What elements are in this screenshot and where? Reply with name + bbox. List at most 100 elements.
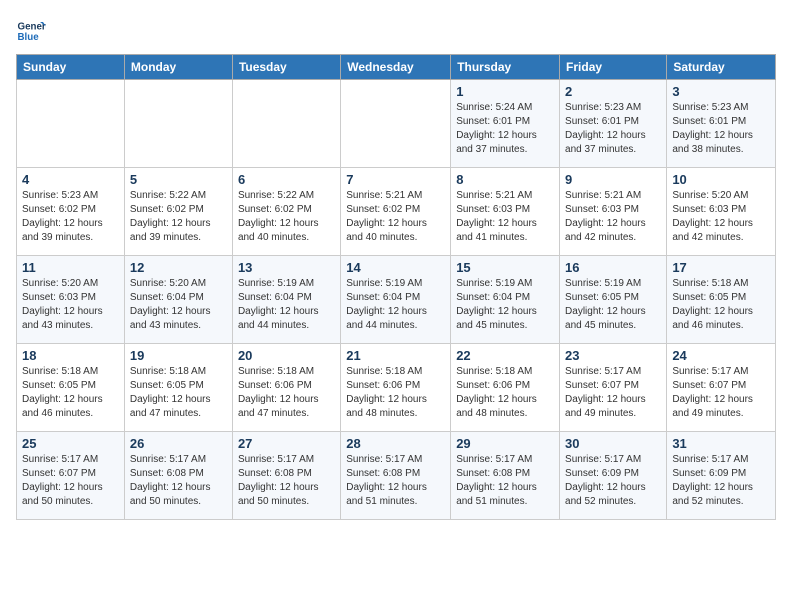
calendar-body: 1 Sunrise: 5:24 AM Sunset: 6:01 PM Daylig… xyxy=(17,80,776,520)
svg-text:Blue: Blue xyxy=(18,32,40,43)
day-number: 21 xyxy=(346,348,445,363)
day-cell: 21 Sunrise: 5:18 AM Sunset: 6:06 PM Dayli… xyxy=(341,344,451,432)
week-row-1: 1 Sunrise: 5:24 AM Sunset: 6:01 PM Daylig… xyxy=(17,80,776,168)
day-number: 28 xyxy=(346,436,445,451)
day-info: Sunrise: 5:23 AM Sunset: 6:02 PM Dayligh… xyxy=(22,189,119,245)
week-row-3: 11 Sunrise: 5:20 AM Sunset: 6:03 PM Dayli… xyxy=(17,256,776,344)
day-cell: 28 Sunrise: 5:17 AM Sunset: 6:08 PM Dayli… xyxy=(341,432,451,520)
day-info: Sunrise: 5:23 AM Sunset: 6:01 PM Dayligh… xyxy=(672,101,770,157)
day-info: Sunrise: 5:18 AM Sunset: 6:06 PM Dayligh… xyxy=(346,365,445,421)
day-number: 29 xyxy=(456,436,554,451)
day-number: 27 xyxy=(238,436,335,451)
header-cell-sunday: Sunday xyxy=(17,55,125,80)
day-info: Sunrise: 5:18 AM Sunset: 6:06 PM Dayligh… xyxy=(456,365,554,421)
day-cell: 5 Sunrise: 5:22 AM Sunset: 6:02 PM Daylig… xyxy=(124,168,232,256)
day-number: 13 xyxy=(238,260,335,275)
day-info: Sunrise: 5:17 AM Sunset: 6:09 PM Dayligh… xyxy=(672,453,770,509)
day-number: 31 xyxy=(672,436,770,451)
day-cell xyxy=(124,80,232,168)
header-cell-saturday: Saturday xyxy=(667,55,776,80)
day-info: Sunrise: 5:22 AM Sunset: 6:02 PM Dayligh… xyxy=(130,189,227,245)
day-cell: 14 Sunrise: 5:19 AM Sunset: 6:04 PM Dayli… xyxy=(341,256,451,344)
day-number: 9 xyxy=(565,172,661,187)
calendar-table: SundayMondayTuesdayWednesdayThursdayFrid… xyxy=(16,54,776,520)
day-number: 22 xyxy=(456,348,554,363)
day-number: 3 xyxy=(672,84,770,99)
day-info: Sunrise: 5:24 AM Sunset: 6:01 PM Dayligh… xyxy=(456,101,554,157)
day-info: Sunrise: 5:18 AM Sunset: 6:05 PM Dayligh… xyxy=(672,277,770,333)
day-info: Sunrise: 5:19 AM Sunset: 6:04 PM Dayligh… xyxy=(456,277,554,333)
day-info: Sunrise: 5:18 AM Sunset: 6:05 PM Dayligh… xyxy=(22,365,119,421)
day-info: Sunrise: 5:22 AM Sunset: 6:02 PM Dayligh… xyxy=(238,189,335,245)
day-cell: 3 Sunrise: 5:23 AM Sunset: 6:01 PM Daylig… xyxy=(667,80,776,168)
day-cell: 30Sunrise: 5:17 AM Sunset: 6:09 PM Dayli… xyxy=(560,432,667,520)
day-number: 1 xyxy=(456,84,554,99)
calendar-header: SundayMondayTuesdayWednesdayThursdayFrid… xyxy=(17,55,776,80)
day-number: 14 xyxy=(346,260,445,275)
day-cell: 29 Sunrise: 5:17 AM Sunset: 6:08 PM Dayli… xyxy=(451,432,560,520)
day-number: 12 xyxy=(130,260,227,275)
day-cell: 4 Sunrise: 5:23 AM Sunset: 6:02 PM Daylig… xyxy=(17,168,125,256)
day-cell: 23 Sunrise: 5:17 AM Sunset: 6:07 PM Dayli… xyxy=(560,344,667,432)
day-info: Sunrise: 5:20 AM Sunset: 6:04 PM Dayligh… xyxy=(130,277,227,333)
day-info: Sunrise: 5:20 AM Sunset: 6:03 PM Dayligh… xyxy=(22,277,119,333)
header-cell-thursday: Thursday xyxy=(451,55,560,80)
day-cell: 22 Sunrise: 5:18 AM Sunset: 6:06 PM Dayli… xyxy=(451,344,560,432)
logo-icon: General Blue xyxy=(16,16,46,46)
day-cell: 26Sunrise: 5:17 AM Sunset: 6:08 PM Dayli… xyxy=(124,432,232,520)
day-info: Sunrise: 5:21 AM Sunset: 6:03 PM Dayligh… xyxy=(456,189,554,245)
day-cell xyxy=(17,80,125,168)
day-cell: 27Sunrise: 5:17 AM Sunset: 6:08 PM Dayli… xyxy=(232,432,340,520)
day-info: Sunrise: 5:17 AM Sunset: 6:07 PM Dayligh… xyxy=(672,365,770,421)
day-number: 25 xyxy=(22,436,119,451)
page-header: General Blue xyxy=(16,16,776,46)
day-cell: 8 Sunrise: 5:21 AM Sunset: 6:03 PM Daylig… xyxy=(451,168,560,256)
day-cell: 15Sunrise: 5:19 AM Sunset: 6:04 PM Dayli… xyxy=(451,256,560,344)
day-number: 4 xyxy=(22,172,119,187)
day-number: 18 xyxy=(22,348,119,363)
day-cell: 2Sunrise: 5:23 AM Sunset: 6:01 PM Daylig… xyxy=(560,80,667,168)
logo: General Blue xyxy=(16,16,46,46)
day-cell: 12 Sunrise: 5:20 AM Sunset: 6:04 PM Dayli… xyxy=(124,256,232,344)
week-row-2: 4 Sunrise: 5:23 AM Sunset: 6:02 PM Daylig… xyxy=(17,168,776,256)
day-number: 24 xyxy=(672,348,770,363)
day-cell: 6 Sunrise: 5:22 AM Sunset: 6:02 PM Daylig… xyxy=(232,168,340,256)
day-number: 5 xyxy=(130,172,227,187)
day-info: Sunrise: 5:17 AM Sunset: 6:08 PM Dayligh… xyxy=(456,453,554,509)
day-number: 20 xyxy=(238,348,335,363)
day-info: Sunrise: 5:19 AM Sunset: 6:04 PM Dayligh… xyxy=(346,277,445,333)
day-number: 19 xyxy=(130,348,227,363)
day-cell: 31 Sunrise: 5:17 AM Sunset: 6:09 PM Dayli… xyxy=(667,432,776,520)
day-cell: 10 Sunrise: 5:20 AM Sunset: 6:03 PM Dayli… xyxy=(667,168,776,256)
day-number: 7 xyxy=(346,172,445,187)
day-number: 30 xyxy=(565,436,661,451)
day-cell: 11 Sunrise: 5:20 AM Sunset: 6:03 PM Dayli… xyxy=(17,256,125,344)
day-cell xyxy=(341,80,451,168)
day-cell: 17 Sunrise: 5:18 AM Sunset: 6:05 PM Dayli… xyxy=(667,256,776,344)
day-number: 2 xyxy=(565,84,661,99)
day-number: 10 xyxy=(672,172,770,187)
day-number: 23 xyxy=(565,348,661,363)
day-cell: 19 Sunrise: 5:18 AM Sunset: 6:05 PM Dayli… xyxy=(124,344,232,432)
day-info: Sunrise: 5:19 AM Sunset: 6:05 PM Dayligh… xyxy=(565,277,661,333)
day-cell: 25 Sunrise: 5:17 AM Sunset: 6:07 PM Dayli… xyxy=(17,432,125,520)
week-row-4: 18 Sunrise: 5:18 AM Sunset: 6:05 PM Dayli… xyxy=(17,344,776,432)
day-cell: 24 Sunrise: 5:17 AM Sunset: 6:07 PM Dayli… xyxy=(667,344,776,432)
day-info: Sunrise: 5:17 AM Sunset: 6:07 PM Dayligh… xyxy=(22,453,119,509)
day-cell: 13Sunrise: 5:19 AM Sunset: 6:04 PM Dayli… xyxy=(232,256,340,344)
day-number: 6 xyxy=(238,172,335,187)
day-number: 8 xyxy=(456,172,554,187)
day-info: Sunrise: 5:17 AM Sunset: 6:07 PM Dayligh… xyxy=(565,365,661,421)
day-number: 11 xyxy=(22,260,119,275)
day-number: 17 xyxy=(672,260,770,275)
header-cell-friday: Friday xyxy=(560,55,667,80)
header-cell-wednesday: Wednesday xyxy=(341,55,451,80)
day-cell: 7Sunrise: 5:21 AM Sunset: 6:02 PM Daylig… xyxy=(341,168,451,256)
day-info: Sunrise: 5:18 AM Sunset: 6:06 PM Dayligh… xyxy=(238,365,335,421)
day-info: Sunrise: 5:17 AM Sunset: 6:08 PM Dayligh… xyxy=(346,453,445,509)
day-info: Sunrise: 5:18 AM Sunset: 6:05 PM Dayligh… xyxy=(130,365,227,421)
day-info: Sunrise: 5:20 AM Sunset: 6:03 PM Dayligh… xyxy=(672,189,770,245)
day-info: Sunrise: 5:21 AM Sunset: 6:03 PM Dayligh… xyxy=(565,189,661,245)
day-cell: 9 Sunrise: 5:21 AM Sunset: 6:03 PM Daylig… xyxy=(560,168,667,256)
day-cell: 1 Sunrise: 5:24 AM Sunset: 6:01 PM Daylig… xyxy=(451,80,560,168)
